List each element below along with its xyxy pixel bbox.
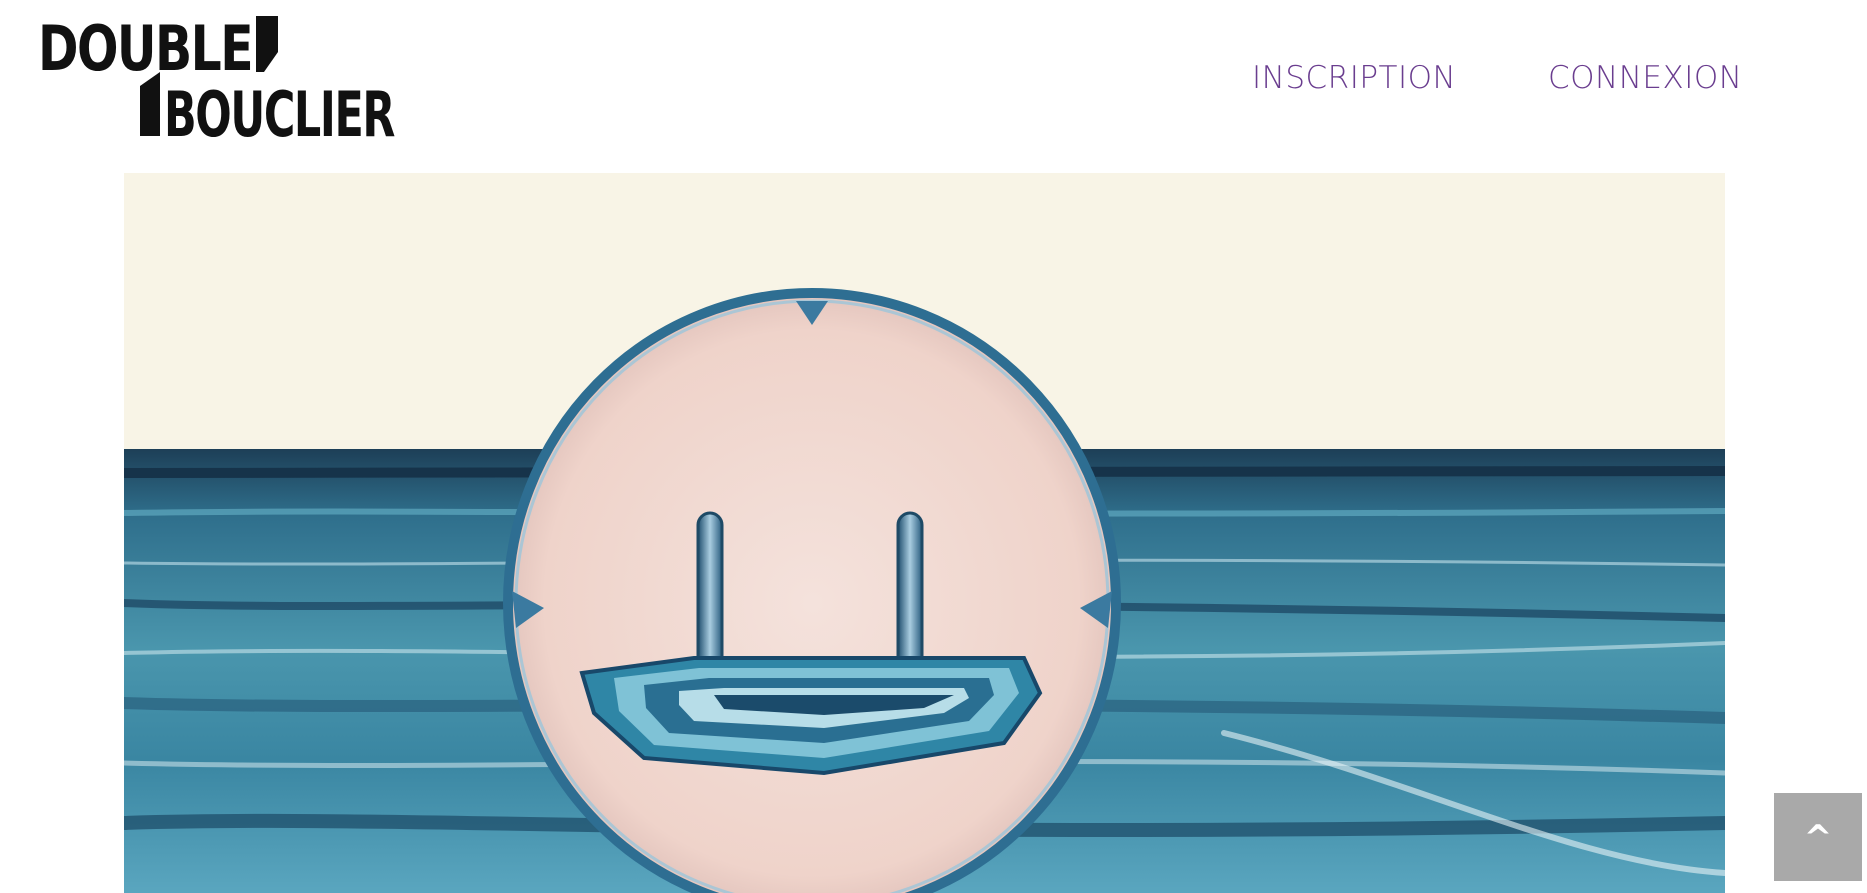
double-bouclier-logo: DOUBLE BOUCLIER xyxy=(38,12,397,151)
page: DOUBLE BOUCLIER INSCRIPTION CONNEXION ^ xyxy=(0,0,1867,893)
hero-image xyxy=(124,173,1725,893)
back-to-top-button[interactable]: ^ xyxy=(1774,793,1862,881)
site-logo[interactable]: DOUBLE BOUCLIER xyxy=(38,12,398,151)
nav-connexion-link[interactable]: CONNEXION xyxy=(1548,60,1742,96)
logo-line1: DOUBLE xyxy=(38,12,252,85)
smiley-sphere-sea-artwork xyxy=(124,173,1725,893)
nav-inscription-link[interactable]: INSCRIPTION xyxy=(1252,60,1456,96)
logo-shield-right xyxy=(256,16,278,72)
site-header: DOUBLE BOUCLIER INSCRIPTION CONNEXION xyxy=(0,0,1867,172)
logo-line2: BOUCLIER xyxy=(164,78,395,144)
sphere xyxy=(503,288,1121,893)
